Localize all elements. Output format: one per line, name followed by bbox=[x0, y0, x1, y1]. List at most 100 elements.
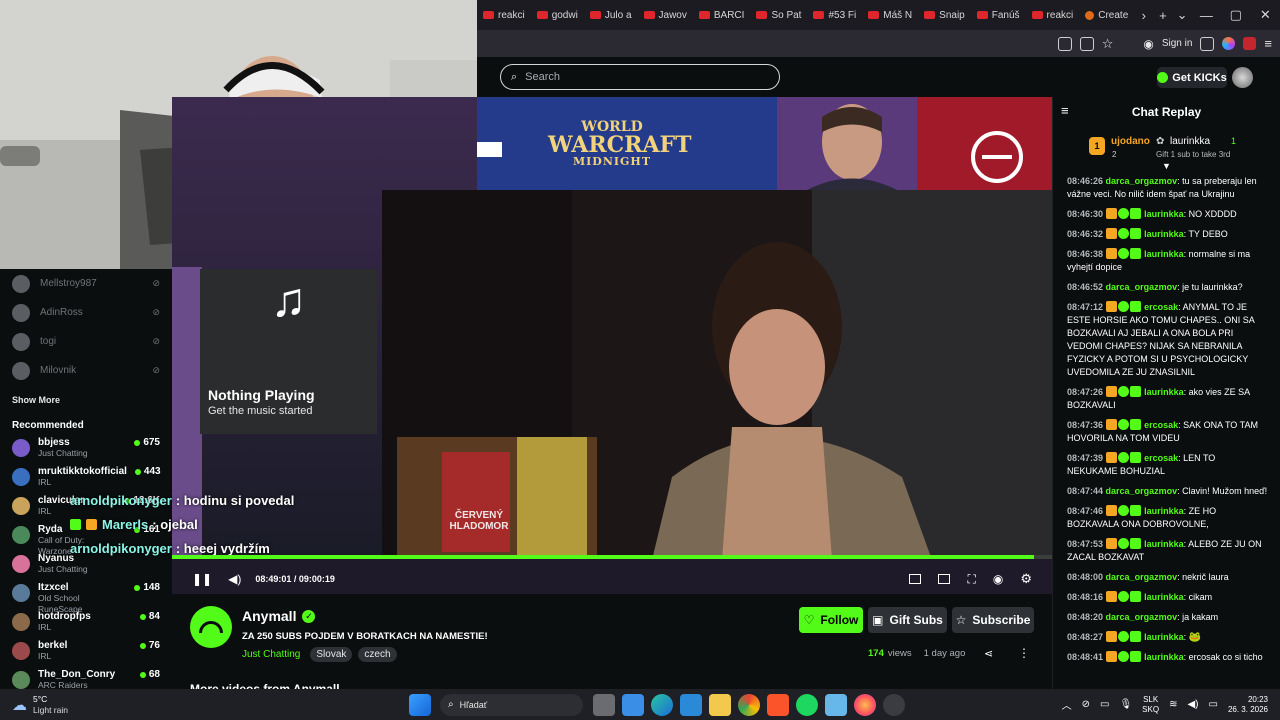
volume-icon[interactable]: ◀) bbox=[228, 572, 241, 586]
chat-username[interactable]: darca_orgazmov bbox=[1106, 282, 1178, 292]
recommended-channel[interactable]: berkel IRL 76 bbox=[0, 640, 172, 669]
obs-icon[interactable] bbox=[882, 693, 905, 716]
wifi-icon[interactable]: ≋ bbox=[1169, 699, 1177, 710]
screenshot-icon[interactable] bbox=[1057, 36, 1072, 51]
chat-username[interactable]: darca_orgazmov bbox=[1106, 572, 1178, 582]
followed-channel[interactable]: togi ⊘ bbox=[0, 327, 172, 356]
follow-button[interactable]: ♡ Follow bbox=[799, 607, 863, 633]
menu-icon[interactable]: ≡ bbox=[1264, 36, 1272, 51]
browser-tab[interactable]: Snaip bbox=[918, 0, 971, 30]
gift-subs-button[interactable]: ▣ Gift Subs bbox=[868, 607, 947, 633]
recommended-channel[interactable]: hotdropfps IRL 84 bbox=[0, 611, 172, 640]
tray-network-off-icon[interactable]: ⊘ bbox=[1082, 699, 1090, 710]
minimize-icon[interactable]: — bbox=[1192, 8, 1221, 23]
maximize-icon[interactable]: ▢ bbox=[1221, 7, 1250, 23]
followed-channel[interactable]: Milovnik ⊘ bbox=[0, 356, 172, 385]
theater-mode-icon[interactable] bbox=[909, 574, 922, 584]
tray-chevron-icon[interactable]: ︿ bbox=[1062, 697, 1072, 712]
chat-username[interactable]: darca_orgazmov bbox=[1106, 486, 1178, 496]
user-avatar[interactable] bbox=[1232, 67, 1253, 88]
browser-tab[interactable]: Máš N bbox=[862, 0, 918, 30]
firefox-icon[interactable] bbox=[853, 693, 876, 716]
recommended-channel[interactable]: bbjess Just Chatting 675 bbox=[0, 437, 172, 466]
browser-tab[interactable]: reakci bbox=[1026, 0, 1080, 30]
fullscreen-icon[interactable]: ⛶ bbox=[967, 572, 975, 587]
taskbar-search[interactable]: ⌕ Hľadať bbox=[440, 693, 583, 716]
chat-username[interactable]: laurinkka bbox=[1144, 209, 1184, 219]
browser-tab[interactable]: BARCI bbox=[693, 0, 751, 30]
chat-username[interactable]: ercosak bbox=[1144, 302, 1178, 312]
volume-icon[interactable]: ◀) bbox=[1187, 699, 1198, 710]
sign-in-button[interactable]: Sign in bbox=[1162, 38, 1193, 49]
browser-tab[interactable]: #53 Fi bbox=[807, 0, 862, 30]
chat-username[interactable]: darca_orgazmov bbox=[1106, 612, 1178, 622]
show-more-link[interactable]: Show More bbox=[0, 385, 172, 411]
edge-icon[interactable] bbox=[650, 693, 673, 716]
tray-display-icon[interactable]: ▭ bbox=[1100, 699, 1109, 710]
crown-badge-icon bbox=[1105, 538, 1117, 549]
chat-username[interactable]: laurinkka bbox=[1144, 506, 1184, 516]
chrome-icon[interactable] bbox=[737, 693, 760, 716]
notepad-icon[interactable] bbox=[824, 693, 847, 716]
browser-tab[interactable]: reakci bbox=[477, 0, 531, 30]
chat-username[interactable]: ercosak bbox=[1144, 420, 1178, 430]
windows-start-icon[interactable] bbox=[408, 693, 431, 716]
chat-username[interactable]: laurinkka bbox=[1144, 229, 1184, 239]
chat-username[interactable]: darca_orgazmov bbox=[1106, 176, 1178, 186]
bookmark-star-icon[interactable]: ☆ bbox=[1102, 36, 1114, 52]
tag-slovak[interactable]: Slovak bbox=[310, 647, 353, 662]
recommended-channel[interactable]: Itzxcel Old School RuneScape 148 bbox=[0, 582, 172, 614]
tab-scroll-right-icon[interactable]: › bbox=[1134, 8, 1153, 23]
share-icon[interactable]: ⋖ bbox=[984, 647, 993, 660]
new-tab-icon[interactable]: + bbox=[1153, 8, 1172, 23]
chat-username[interactable]: laurinkka bbox=[1144, 632, 1184, 642]
battery-icon[interactable]: ▭ bbox=[1209, 699, 1218, 710]
clock[interactable]: 20:23 26. 3. 2026 bbox=[1228, 695, 1268, 715]
browser-tab[interactable]: So Pat bbox=[750, 0, 807, 30]
weather-widget[interactable]: ☁ 5°C Light rain bbox=[12, 694, 152, 716]
chat-username[interactable]: ercosak bbox=[1144, 453, 1178, 463]
mini-player-icon[interactable] bbox=[938, 574, 951, 584]
followed-channel[interactable]: Mellstroy987 ⊘ bbox=[0, 269, 172, 298]
account-icon[interactable]: ◉ bbox=[1143, 37, 1153, 51]
file-explorer-icon[interactable] bbox=[708, 693, 731, 716]
chat-username[interactable]: laurinkka bbox=[1144, 387, 1184, 397]
task-view-icon[interactable] bbox=[592, 693, 615, 716]
tab-list-icon[interactable]: ⌄ bbox=[1173, 7, 1192, 23]
close-icon[interactable]: ✕ bbox=[1251, 7, 1280, 23]
browser-tab[interactable]: godwi bbox=[531, 0, 584, 30]
browser-tab[interactable]: Fanúš bbox=[971, 0, 1026, 30]
input-language[interactable]: SLK SKQ bbox=[1142, 695, 1159, 715]
spotify-icon[interactable] bbox=[795, 693, 818, 716]
adblock-icon[interactable] bbox=[1243, 37, 1257, 50]
tray-mic-icon[interactable]: 🎙 bbox=[1119, 699, 1132, 710]
search-input[interactable]: ⌕ Search bbox=[500, 64, 780, 90]
brave-icon[interactable] bbox=[766, 693, 789, 716]
reader-view-icon[interactable] bbox=[1079, 36, 1094, 51]
extensions-icon[interactable] bbox=[1200, 36, 1215, 51]
browser-tab[interactable]: Julo a bbox=[584, 0, 638, 30]
more-options-icon[interactable]: ⋮ bbox=[1018, 646, 1030, 660]
playback-speed-icon[interactable]: ◉ bbox=[993, 572, 1003, 586]
subscribe-button[interactable]: ☆ Subscribe bbox=[952, 607, 1034, 633]
browser-tab[interactable]: Jawov bbox=[638, 0, 693, 30]
store-icon[interactable] bbox=[621, 693, 644, 716]
firefox-account-icon[interactable] bbox=[1222, 37, 1236, 50]
collapse-chat-icon[interactable]: ≡ bbox=[1061, 103, 1069, 118]
tag-czech[interactable]: czech bbox=[358, 647, 397, 662]
viewer-count-value: 84 bbox=[148, 611, 160, 622]
category-link[interactable]: Just Chatting bbox=[242, 649, 300, 660]
chat-username[interactable]: laurinkka bbox=[1144, 539, 1184, 549]
followed-channel[interactable]: AdinRoss ⊘ bbox=[0, 298, 172, 327]
scroll-down-icon[interactable]: ▼ bbox=[1053, 161, 1280, 175]
get-kicks-button[interactable]: Get KICKs bbox=[1157, 67, 1227, 88]
channel-avatar[interactable] bbox=[190, 606, 232, 648]
chat-username[interactable]: laurinkka bbox=[1144, 592, 1184, 602]
chat-username[interactable]: laurinkka bbox=[1144, 249, 1184, 259]
channel-name[interactable]: Anymall bbox=[242, 608, 296, 624]
browser-tab[interactable]: Create bbox=[1079, 0, 1134, 30]
photos-icon[interactable] bbox=[679, 693, 702, 716]
pause-icon[interactable]: ❚❚ bbox=[192, 572, 212, 586]
chat-username[interactable]: laurinkka bbox=[1144, 652, 1184, 662]
settings-gear-icon[interactable]: ⚙ bbox=[1020, 571, 1032, 587]
